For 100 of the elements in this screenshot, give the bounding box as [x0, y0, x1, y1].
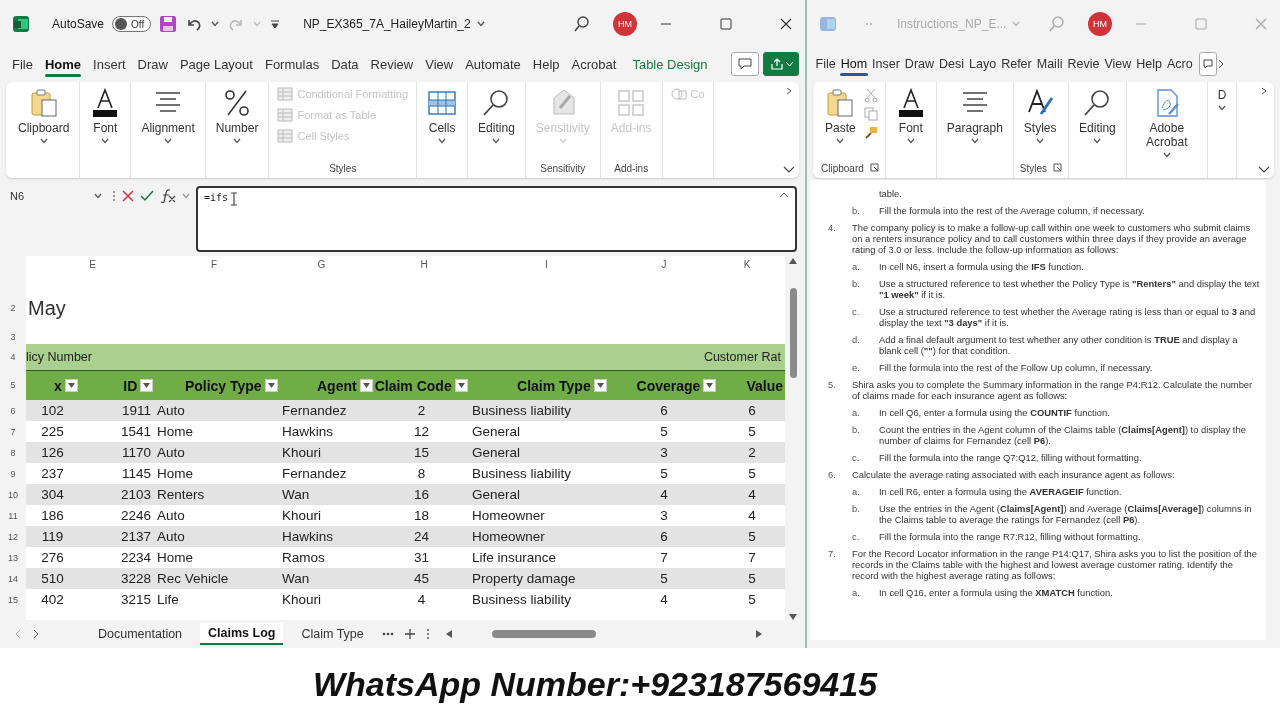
filter-button[interactable] — [264, 379, 278, 392]
ribbon-tab[interactable]: Formulas — [258, 50, 326, 78]
comments-button[interactable] — [731, 52, 759, 76]
dropdown-arrow-icon[interactable] — [706, 383, 714, 388]
caret-icon[interactable] — [970, 138, 979, 144]
filter-button[interactable] — [140, 379, 154, 392]
save-icon[interactable] — [159, 15, 178, 33]
autosave-toggle[interactable]: Off — [112, 16, 152, 32]
ribbon-tab[interactable]: Table Design — [626, 50, 714, 78]
user-avatar[interactable]: HM — [613, 12, 637, 36]
cancel-icon[interactable] — [122, 190, 134, 202]
dropdown-arrow-icon[interactable] — [267, 383, 275, 388]
column-header[interactable]: I — [545, 258, 548, 270]
dropdown-arrow-icon[interactable] — [457, 383, 465, 388]
table-icon[interactable] — [427, 88, 458, 118]
ribbon-button[interactable]: Cells — [423, 86, 462, 176]
filter-button[interactable] — [593, 379, 607, 392]
scrollbar-thumb[interactable] — [789, 288, 797, 378]
ribbon-button[interactable]: Alignment — [137, 86, 199, 176]
ribbon-button[interactable]: Font — [891, 86, 930, 176]
sheet-tab[interactable]: Claim Type — [293, 624, 372, 644]
close-icon[interactable] — [779, 17, 793, 31]
ribbon-tab[interactable]: Draw — [131, 50, 174, 78]
caret-icon[interactable] — [233, 138, 242, 144]
dropdown-arrow-icon[interactable] — [362, 383, 370, 388]
enter-icon[interactable] — [140, 190, 154, 202]
ribbon-tab[interactable]: View — [419, 50, 460, 78]
share-button[interactable] — [763, 52, 799, 76]
caret-icon[interactable] — [836, 138, 845, 144]
formula-field[interactable]: =ifs — [196, 186, 797, 252]
ribbon-tab[interactable]: Insert — [87, 50, 132, 78]
caret-icon[interactable] — [39, 138, 48, 144]
caret-icon[interactable] — [164, 138, 173, 144]
column-header[interactable]: K — [743, 258, 751, 270]
caret-icon[interactable] — [94, 193, 102, 199]
ribbon-tab[interactable]: Page Layout — [173, 50, 259, 78]
add-sheet-icon[interactable] — [403, 628, 416, 640]
clipboard-icon[interactable] — [28, 88, 59, 118]
column-header[interactable]: F — [210, 258, 218, 270]
dropdown-arrow-icon[interactable] — [67, 383, 75, 388]
format-painter-icon[interactable] — [863, 126, 878, 140]
caret-icon[interactable] — [1093, 138, 1102, 144]
caret-icon[interactable] — [211, 21, 220, 27]
scrollbar-thumb[interactable] — [491, 630, 596, 638]
caret-icon[interactable] — [476, 21, 485, 27]
ribbon-button[interactable]: D — [1213, 86, 1231, 176]
ribbon-tab[interactable]: Home — [38, 50, 88, 78]
more-sheets-icon[interactable] — [381, 632, 394, 636]
filter-button[interactable] — [703, 379, 717, 392]
column-header[interactable]: H — [420, 258, 428, 270]
scroll-right-icon[interactable] — [755, 630, 762, 638]
column-header[interactable]: E — [89, 258, 96, 270]
insert-function-icon[interactable] — [160, 189, 176, 203]
ribbon-button[interactable]: Clipboard — [14, 86, 74, 176]
caret-icon[interactable] — [1036, 138, 1045, 144]
dropdown-arrow-icon[interactable] — [143, 383, 151, 388]
ribbon-button[interactable]: Paragraph — [942, 86, 1007, 176]
column-header[interactable]: G — [317, 258, 326, 270]
ribbon-button[interactable]: Paste — [821, 86, 860, 163]
dialog-launcher-icon[interactable] — [869, 163, 879, 172]
ribbon-tab[interactable]: Review — [364, 50, 420, 78]
ribbon-button[interactable]: Editing — [1075, 86, 1120, 176]
maximize-icon[interactable] — [719, 17, 733, 31]
ribbon-tab[interactable]: File — [6, 50, 39, 78]
caret-icon[interactable] — [492, 138, 501, 144]
search-icon[interactable] — [573, 15, 591, 33]
filter-button[interactable] — [64, 379, 78, 392]
dialog-launcher-icon[interactable] — [1053, 163, 1063, 172]
collapse-ribbon-icon[interactable] — [783, 166, 795, 174]
ribbon-button[interactable]: Number — [211, 86, 263, 176]
scroll-down-icon[interactable] — [789, 614, 797, 620]
scroll-up-icon[interactable] — [789, 258, 797, 264]
ribbon-button[interactable]: Editing — [474, 86, 519, 176]
filter-button[interactable] — [359, 379, 373, 392]
dropdown-arrow-icon[interactable] — [596, 383, 604, 388]
spreadsheet-logo-icon[interactable] — [12, 15, 30, 33]
file-name[interactable]: NP_EX365_7A_HaileyMartin_2 — [303, 17, 471, 31]
ribbon-tab[interactable]: Automate — [459, 50, 527, 78]
clipboard-icon[interactable] — [826, 88, 855, 118]
column-header[interactable]: J — [661, 258, 667, 270]
ribbon-tab[interactable]: Data — [325, 50, 365, 78]
ribbon-button[interactable]: Font — [86, 86, 125, 176]
ribbon-button[interactable]: Styles — [1019, 86, 1061, 163]
more-icon[interactable] — [112, 190, 116, 202]
customize-icon[interactable] — [269, 18, 282, 30]
next-sheet-icon[interactable] — [32, 629, 40, 639]
scroll-left-icon[interactable] — [445, 630, 452, 638]
ribbon-button[interactable]: Adobe Acrobat — [1132, 86, 1201, 176]
ribbon-tab[interactable]: Help — [526, 50, 566, 78]
caret-icon[interactable] — [1162, 152, 1171, 158]
caret-icon[interactable] — [906, 138, 915, 144]
caret-icon[interactable] — [101, 138, 110, 144]
more-icon[interactable] — [425, 628, 430, 640]
sheet-tab[interactable]: Documentation — [90, 624, 191, 644]
filter-button[interactable] — [454, 379, 468, 392]
caret-icon[interactable] — [1218, 105, 1227, 111]
caret-icon[interactable] — [438, 138, 447, 144]
ribbon-tab[interactable]: Acrobat — [565, 50, 623, 78]
sheet-tab[interactable]: Claims Log — [200, 623, 284, 645]
scroll-right-icon[interactable] — [784, 86, 794, 96]
